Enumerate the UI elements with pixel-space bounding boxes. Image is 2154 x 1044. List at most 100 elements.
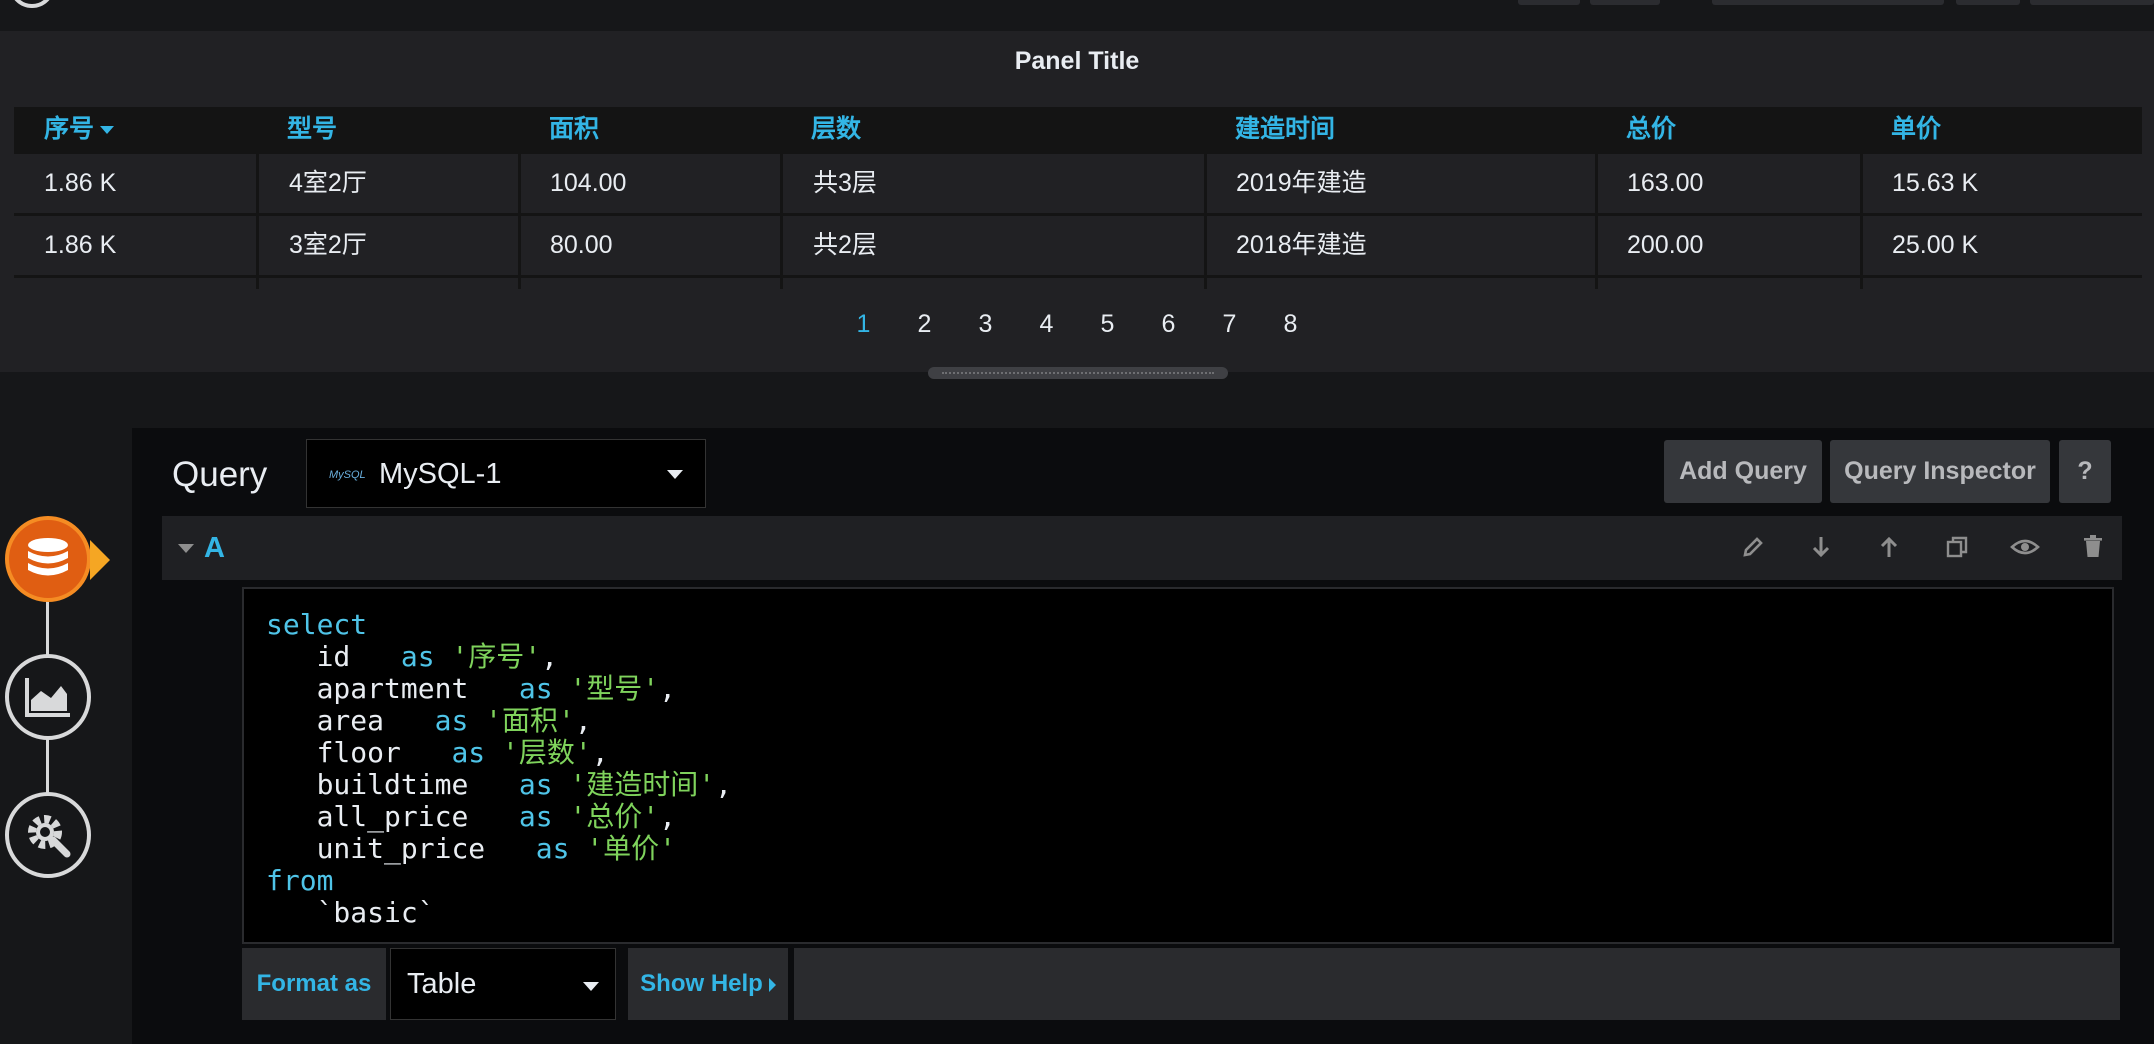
table-cell: 1.86 K	[44, 169, 117, 197]
table-cell: 200.00	[1627, 231, 1704, 259]
options-row-filler	[794, 948, 2120, 1020]
page-link-3[interactable]: 3	[955, 310, 1016, 339]
navbar-button[interactable]	[2030, 0, 2154, 5]
table-row: 1.86 K 4室2厅 104.00 共3层 2019年建造 163.00 15…	[14, 151, 2142, 213]
format-as-select[interactable]: Table	[390, 948, 616, 1020]
navbar-button[interactable]	[1590, 0, 1660, 5]
sql-table: `basic`	[316, 896, 435, 929]
navbar-button[interactable]	[1518, 0, 1580, 5]
sql-column: unit_price	[316, 832, 486, 865]
table-cell: 3室2厅	[289, 231, 367, 259]
column-header[interactable]: 总价	[1626, 107, 1676, 151]
sql-column: buildtime	[316, 768, 469, 801]
query-section-title: Query	[172, 455, 268, 494]
sql-keyword: as	[518, 672, 553, 705]
sql-keyword: from	[266, 864, 334, 897]
sql-keyword: as	[518, 768, 553, 801]
page-link-7[interactable]: 7	[1199, 310, 1260, 339]
query-options-row: Format as Table Show Help	[242, 948, 2120, 1020]
sql-alias: '层数'	[502, 736, 592, 769]
time-picker-button[interactable]	[1712, 0, 1944, 5]
side-nav-queries[interactable]	[5, 516, 91, 602]
panel-resize-handle[interactable]	[928, 367, 1228, 379]
table-cell: 4室2厅	[289, 169, 367, 197]
arrow-up-icon[interactable]	[1872, 530, 1906, 564]
table-cell: 25.00 K	[1892, 231, 1979, 259]
table-cell: 共3层	[813, 169, 877, 197]
datasource-name: MySQL-1	[379, 458, 502, 490]
sql-separator: ,	[715, 768, 733, 801]
sql-separator: ,	[591, 736, 609, 769]
table-row-partial	[14, 275, 2142, 289]
column-header[interactable]: 面积	[549, 107, 599, 151]
grafana-logo-icon[interactable]	[9, 0, 55, 8]
sql-column: apartment	[316, 672, 469, 705]
column-header[interactable]: 单价	[1891, 107, 1941, 151]
sql-separator: ,	[659, 672, 677, 705]
sql-alias: '序号'	[451, 640, 542, 673]
sql-alias: '面积'	[485, 704, 575, 737]
side-nav-visualization[interactable]	[5, 654, 91, 740]
table-cell: 15.63 K	[1892, 169, 1979, 197]
sql-keyword: as	[400, 640, 435, 673]
sql-alias: '建造时间'	[569, 768, 716, 801]
sort-desc-icon	[100, 126, 115, 135]
pencil-icon[interactable]	[1736, 530, 1770, 564]
column-header-label: 序号	[44, 115, 95, 143]
trash-icon[interactable]	[2076, 530, 2110, 564]
page-link-2[interactable]: 2	[894, 310, 955, 339]
sql-column: area	[316, 704, 385, 737]
format-as-label: Format as	[242, 948, 386, 1020]
sql-alias: '单价'	[586, 832, 677, 865]
column-header[interactable]: 层数	[811, 107, 861, 151]
database-icon	[28, 538, 68, 576]
help-button[interactable]: ?	[2059, 440, 2111, 503]
sql-separator: ,	[541, 640, 559, 673]
page-link-4[interactable]: 4	[1016, 310, 1077, 339]
column-header[interactable]: 型号	[287, 107, 337, 151]
column-header[interactable]: 建造时间	[1235, 107, 1335, 151]
sql-separator: ,	[659, 800, 677, 833]
page-link-5[interactable]: 5	[1077, 310, 1138, 339]
table-cell: 80.00	[550, 231, 613, 259]
sql-column: all_price	[316, 800, 469, 833]
side-nav-general[interactable]	[5, 792, 91, 878]
table-cell: 1.86 K	[44, 231, 117, 259]
column-header[interactable]: 序号	[44, 107, 115, 151]
table-cell: 2018年建造	[1236, 231, 1367, 259]
top-navbar	[0, 0, 2154, 31]
panel-title[interactable]: Panel Title	[0, 47, 2154, 76]
data-table: 序号 型号 面积 层数 建造时间 总价 单价 1.86 K 4室2厅 104.0…	[14, 107, 2142, 289]
chevron-down-icon	[667, 470, 683, 479]
table-cell: 104.00	[550, 169, 627, 197]
add-query-button[interactable]: Add Query	[1664, 440, 1822, 503]
datasource-picker[interactable]: MySQL MySQL-1	[306, 439, 706, 508]
settings-icon	[28, 815, 71, 858]
page-link-6[interactable]: 6	[1138, 310, 1199, 339]
query-ref-id[interactable]: A	[204, 532, 225, 565]
sql-keyword: as	[535, 832, 570, 865]
table-row: 1.86 K 3室2厅 80.00 共2层 2018年建造 200.00 25.…	[14, 213, 2142, 275]
arrow-down-icon[interactable]	[1804, 530, 1838, 564]
sql-keyword: as	[451, 736, 486, 769]
eye-icon[interactable]	[2008, 530, 2042, 564]
query-row-header: A	[162, 516, 2122, 580]
format-as-value: Table	[407, 968, 477, 1000]
sql-separator: ,	[574, 704, 592, 737]
page-link-1[interactable]: 1	[833, 310, 894, 339]
sql-column: floor	[316, 736, 401, 769]
chevron-down-icon	[583, 982, 599, 991]
sql-keyword: select	[266, 608, 368, 641]
table-pagination: 12345678	[0, 310, 2154, 339]
area-chart-icon	[25, 678, 70, 717]
table-panel: Panel Title 序号 型号 面积 层数 建造时间 总价 单价 1.86 …	[0, 31, 2154, 379]
navbar-button[interactable]	[1956, 0, 2020, 5]
page-link-8[interactable]: 8	[1260, 310, 1321, 339]
duplicate-icon[interactable]	[1940, 530, 1974, 564]
query-inspector-button[interactable]: Query Inspector	[1830, 440, 2050, 503]
sql-code-editor[interactable]: select id as '序号', apartment as '型号', ar…	[242, 587, 2114, 944]
show-help-button[interactable]: Show Help	[628, 948, 788, 1020]
collapse-caret-icon[interactable]	[178, 544, 194, 553]
sql-alias: '总价'	[569, 800, 660, 833]
sql-keyword: as	[518, 800, 553, 833]
